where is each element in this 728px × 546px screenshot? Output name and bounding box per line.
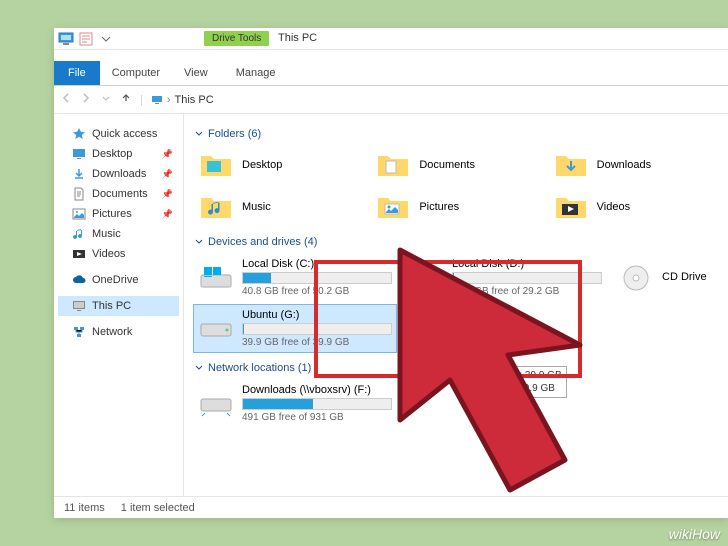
explorer-window: Drive Tools This PC File Computer View M… [54,28,728,518]
folder-icon [554,193,588,221]
sidebar-item-desktop[interactable]: Desktop📌 [58,144,179,164]
contextual-tab-group: Drive Tools [204,28,269,49]
window-title: This PC [270,30,325,46]
status-bar: 11 items 1 item selected [54,496,728,518]
network-icon [72,325,86,339]
this-pc-icon [58,31,74,47]
chevron-down-icon [194,237,204,247]
sidebar-item-quick-access[interactable]: Quick access [58,124,179,144]
drive-local-d[interactable]: Local Disk (D:)29.2 GB free of 29.2 GB [404,254,606,301]
pin-icon: 📌 [162,149,173,160]
network-section-header[interactable]: Network locations (1) [194,362,718,374]
breadcrumb-location: This PC [175,94,214,106]
pin-icon: 📌 [162,189,173,200]
status-selected-count: 1 item selected [121,502,195,514]
pin-icon: 📌 [162,169,173,180]
drive-tools-label: Drive Tools [204,31,269,46]
up-button[interactable] [120,92,132,107]
sidebar-item-network[interactable]: Network [58,322,179,342]
drive-icon [409,265,443,291]
drive-local-c[interactable]: Local Disk (C:)40.8 GB free of 50.2 GB [194,254,396,301]
folders-section-header[interactable]: Folders (6) [194,128,718,140]
devices-section-header[interactable]: Devices and drives (4) [194,236,718,248]
folder-videos[interactable]: Videos [549,188,718,226]
sidebar-item-onedrive[interactable]: OneDrive [58,270,179,290]
status-item-count: 11 items [64,502,105,514]
navigation-pane: Quick access Desktop📌 Downloads📌 Documen… [54,114,184,496]
music-icon [72,227,86,241]
folder-icon [376,151,410,179]
desktop-icon [72,147,86,161]
folder-icon [199,151,233,179]
videos-icon [72,247,86,261]
folder-desktop[interactable]: Desktop [194,146,363,184]
drive-icon [199,318,233,340]
cloud-icon [72,273,86,287]
folder-icon [199,193,233,221]
sidebar-item-videos[interactable]: Videos [58,244,179,264]
content-pane: Folders (6) Desktop Documents Downloads … [184,114,728,496]
chevron-down-icon [194,129,204,139]
star-icon [72,127,86,141]
folder-downloads[interactable]: Downloads [549,146,718,184]
sidebar-item-documents[interactable]: Documents📌 [58,184,179,204]
folder-icon [376,193,410,221]
sidebar-item-downloads[interactable]: Downloads📌 [58,164,179,184]
sidebar-item-pictures[interactable]: Pictures📌 [58,204,179,224]
sidebar-item-music[interactable]: Music [58,224,179,244]
computer-tab[interactable]: Computer [100,61,172,85]
forward-button[interactable] [80,92,92,107]
properties-icon[interactable] [78,31,94,47]
folder-icon [554,151,588,179]
drive-ubuntu-g[interactable]: Ubuntu (G:)39.9 GB free of 39.9 GB [194,305,396,352]
sidebar-item-this-pc[interactable]: This PC [58,296,179,316]
address-bar: | › This PC [54,86,728,114]
drive-cd[interactable]: CD Drive [614,254,718,301]
folder-music[interactable]: Music [194,188,363,226]
folder-documents[interactable]: Documents [371,146,540,184]
pictures-icon [72,207,86,221]
chevron-down-icon [194,363,204,373]
drive-tooltip: Space free: 39.9 GB Total size: 39.9 GB [466,366,567,398]
file-tab[interactable]: File [54,61,100,85]
cd-icon [621,263,651,293]
qat-dropdown-icon[interactable] [98,31,114,47]
quick-access-toolbar [54,28,728,50]
manage-tab[interactable]: Manage [224,61,288,85]
network-drive-icon [199,391,233,417]
view-tab[interactable]: View [172,61,220,85]
wikihow-watermark: wikiHow [669,526,720,542]
recent-dropdown-icon[interactable] [100,92,112,107]
ribbon-tabs: File Computer View Manage [54,50,728,86]
pin-icon: 📌 [162,209,173,220]
this-pc-icon [72,299,86,313]
drive-icon [199,265,233,291]
breadcrumb[interactable]: › This PC [151,94,214,106]
this-pc-breadcrumb-icon [151,94,163,106]
back-button[interactable] [60,92,72,107]
download-icon [72,167,86,181]
network-drive-f[interactable]: Downloads (\\vboxsrv) (F:)491 GB free of… [194,380,454,427]
document-icon [72,187,86,201]
folder-pictures[interactable]: Pictures [371,188,540,226]
